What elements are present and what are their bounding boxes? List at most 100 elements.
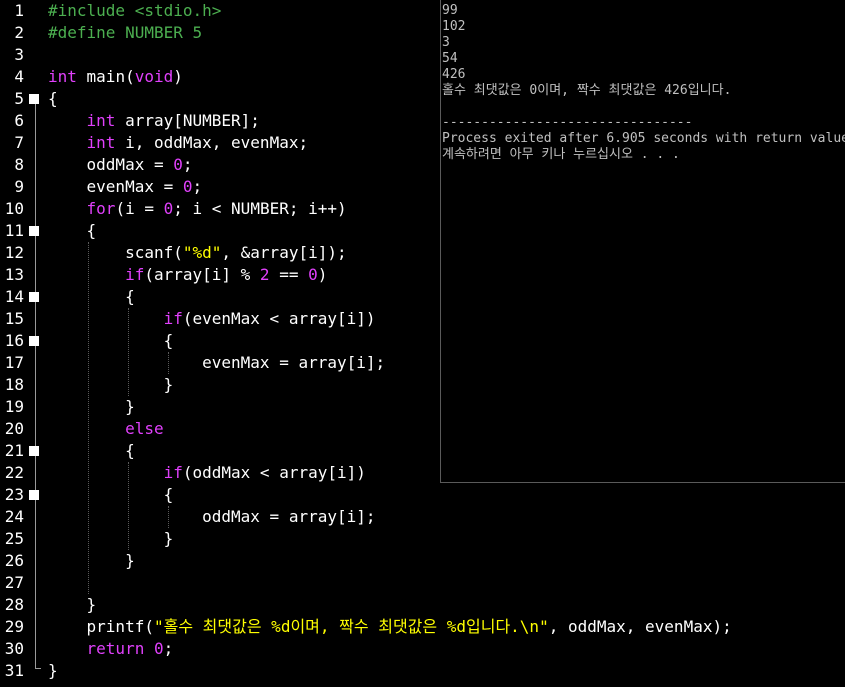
code-token: int — [86, 111, 116, 130]
code-token: for — [86, 199, 116, 218]
line-number: 1 — [14, 1, 24, 20]
code-line[interactable]: 26 } — [0, 550, 845, 572]
console-line: 계속하려면 아무 키나 누르십시오 . . . — [442, 147, 680, 162]
code-token: { — [48, 221, 97, 240]
code-token: { — [48, 89, 58, 108]
code-line[interactable]: 25 } — [0, 528, 845, 550]
code-text: } — [48, 594, 97, 616]
code-token: else — [125, 419, 164, 438]
line-number: 3 — [14, 45, 24, 64]
code-line[interactable]: 31} — [0, 660, 845, 682]
code-text: } — [48, 396, 135, 418]
code-token: 0 — [173, 155, 183, 174]
code-text: } — [48, 550, 135, 572]
code-token: , &array[i]); — [221, 243, 347, 262]
console-line: 54 — [442, 51, 458, 66]
line-number: 9 — [14, 177, 24, 196]
code-token: } — [48, 529, 174, 548]
line-number: 15 — [4, 309, 24, 328]
code-token: i, oddMax, evenMax; — [115, 133, 309, 152]
code-line[interactable]: 24 oddMax = array[i]; — [0, 506, 845, 528]
code-text: evenMax = array[i]; — [48, 352, 385, 374]
code-token: { — [48, 331, 174, 350]
code-token: void — [134, 67, 174, 86]
code-line[interactable]: 28 } — [0, 594, 845, 616]
code-token: ) — [173, 67, 183, 86]
code-token: } — [48, 661, 58, 680]
fold-marker-icon[interactable] — [29, 446, 39, 456]
line-number: 5 — [14, 89, 24, 108]
code-token: ; — [192, 177, 203, 196]
line-number: 30 — [4, 639, 24, 658]
line-number: 27 — [4, 573, 24, 592]
line-number: 19 — [4, 397, 24, 416]
code-text: #define NUMBER 5 — [48, 22, 202, 44]
fold-marker-icon[interactable] — [29, 336, 39, 346]
code-token: array[NUMBER]; — [115, 111, 260, 130]
line-number: 11 — [4, 221, 24, 240]
code-token: } — [48, 595, 97, 614]
code-token: , oddMax, evenMax); — [548, 617, 732, 636]
code-token: } — [48, 551, 135, 570]
code-text: oddMax = array[i]; — [48, 506, 375, 528]
line-number: 22 — [4, 463, 24, 482]
code-token: { — [48, 287, 135, 306]
line-number: 18 — [4, 375, 24, 394]
line-number: 13 — [4, 265, 24, 284]
console-line: 홀수 최댓값은 0이며, 짝수 최댓값은 426입니다. — [442, 83, 732, 98]
line-number: 29 — [4, 617, 24, 636]
code-text: { — [48, 440, 135, 462]
code-text: } — [48, 660, 58, 682]
code-text: if(array[i] % 2 == 0) — [48, 264, 327, 286]
code-token: (evenMax < array[i]) — [182, 309, 376, 328]
code-text: return 0; — [48, 638, 174, 660]
code-line[interactable]: 30 return 0; — [0, 638, 845, 660]
code-token: ) — [317, 265, 328, 284]
line-number: 26 — [4, 551, 24, 570]
line-number: 20 — [4, 419, 24, 438]
code-line[interactable]: 27 — [0, 572, 845, 594]
code-token: #define NUMBER 5 — [48, 23, 203, 42]
fold-marker-icon[interactable] — [29, 94, 39, 104]
console-line: 3 — [442, 35, 450, 50]
line-number: 31 — [4, 661, 24, 680]
code-token: scanf( — [48, 243, 183, 262]
code-token: evenMax = array[i]; — [48, 353, 386, 372]
code-text: } — [48, 528, 174, 550]
code-text: if(evenMax < array[i]) — [48, 308, 376, 330]
code-token: "%d" — [182, 243, 222, 262]
code-text: { — [48, 220, 97, 242]
line-number: 21 — [4, 441, 24, 460]
console-output-window[interactable]: 99 102 3 54 426 홀수 최댓값은 0이며, 짝수 최댓값은 426입니다. -… — [440, 0, 845, 483]
code-token: (oddMax < array[i]) — [182, 463, 366, 482]
line-number: 17 — [4, 353, 24, 372]
fold-marker-icon[interactable] — [29, 490, 39, 500]
fold-marker-icon[interactable] — [29, 292, 39, 302]
code-line[interactable]: 29 printf("홀수 최댓값은 %d이며, 짝수 최댓값은 %d입니다.\… — [0, 616, 845, 638]
code-token: (array[i] % — [144, 265, 260, 284]
code-token: { — [48, 441, 135, 460]
code-token: oddMax = — [48, 155, 174, 174]
code-token: if — [163, 463, 183, 482]
line-number: 14 — [4, 287, 24, 306]
code-text: evenMax = 0; — [48, 176, 203, 198]
fold-marker-icon[interactable] — [29, 226, 39, 236]
code-token: } — [48, 375, 174, 394]
line-number: 28 — [4, 595, 24, 614]
code-token: { — [48, 485, 174, 504]
code-text: { — [48, 484, 174, 506]
code-token: "홀수 최댓값은 %d이며, 짝수 최댓값은 %d입니다.\n" — [153, 617, 549, 636]
line-number: 16 — [4, 331, 24, 350]
code-token: ; — [163, 639, 174, 658]
code-text: #include <stdio.h> — [48, 0, 221, 22]
code-text: printf("홀수 최댓값은 %d이며, 짝수 최댓값은 %d입니다.\n",… — [48, 616, 732, 638]
code-text: scanf("%d", &array[i]); — [48, 242, 347, 264]
code-line[interactable]: 23 { — [0, 484, 845, 506]
line-number: 23 — [4, 485, 24, 504]
console-line: 99 — [442, 3, 458, 18]
code-text: { — [48, 88, 58, 110]
line-number: 7 — [14, 133, 24, 152]
